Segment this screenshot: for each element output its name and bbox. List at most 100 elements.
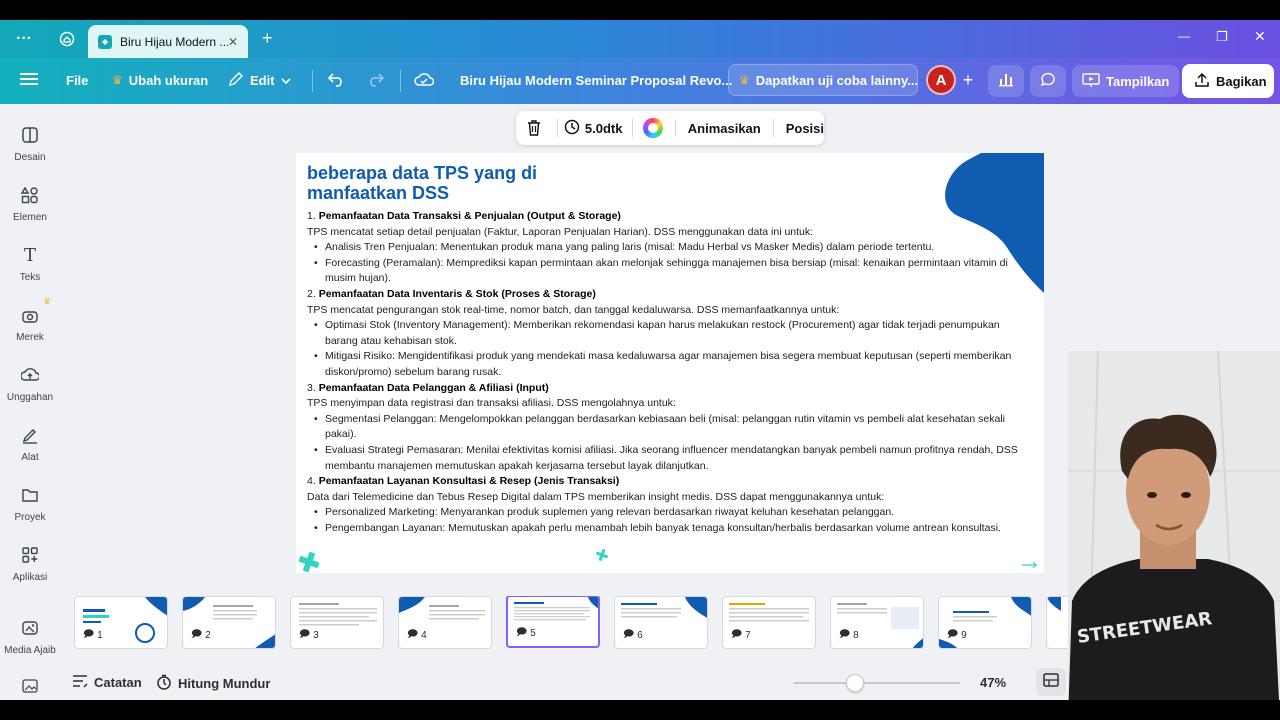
close-window-button[interactable]: ✕	[1254, 28, 1266, 45]
notes-button[interactable]: Catatan	[72, 674, 142, 691]
sidebar-item-magic-media[interactable]: Media Ajaib	[0, 617, 60, 656]
trial-button[interactable]: ♛ Dapatkan uji coba lainny...	[728, 64, 918, 96]
divider	[632, 119, 634, 137]
thumbnail-label: 2	[205, 630, 211, 641]
menu-button[interactable]	[20, 64, 38, 96]
thumbnail-page[interactable]: 🗩 6	[614, 596, 708, 649]
bullet-item: Analisis Tren Penjualan: Menentukan prod…	[307, 240, 1027, 256]
sidebar-item-uploads[interactable]: Unggahan	[0, 364, 60, 403]
thumbnail-page-selected[interactable]: 🗩 5	[506, 596, 600, 648]
avatar[interactable]: A	[926, 65, 956, 95]
comment-icon: 🗩	[516, 627, 528, 638]
thumbnail-label: 7	[745, 630, 751, 641]
slide-title-line: manfaatkan DSS	[307, 183, 450, 203]
divider	[400, 70, 401, 92]
left-sidebar: Desain Elemen T Teks ♛ Merek Unggahan Al…	[0, 104, 60, 700]
divider	[772, 119, 774, 137]
duration-button[interactable]: 5.0dtk	[564, 119, 622, 138]
section-heading: 3. Pemanfaatan Data Pelanggan & Afiliasi…	[307, 381, 1027, 397]
new-tab-button[interactable]: +	[262, 28, 273, 49]
cloud-save-status[interactable]	[414, 64, 435, 96]
slide-canvas[interactable]: beberapa data TPS yang di manfaatkan DSS…	[296, 153, 1044, 573]
sidebar-item-draw[interactable]: Alat	[0, 424, 60, 463]
undo-button[interactable]	[327, 64, 346, 96]
thumbnail-label: 4	[421, 630, 427, 641]
sidebar-item-elements[interactable]: Elemen	[0, 184, 60, 223]
animate-button[interactable]: Animasikan	[688, 121, 761, 136]
zoom-slider-handle[interactable]	[846, 674, 865, 692]
timer-icon	[156, 674, 172, 693]
thumbnail-page[interactable]: 🗩 2	[182, 596, 276, 649]
position-button[interactable]: Posisi	[786, 121, 824, 136]
sidebar-item-label: Desain	[14, 152, 46, 163]
slide-title[interactable]: beberapa data TPS yang di manfaatkan DSS	[307, 163, 627, 203]
arrow-right-decoration	[1022, 561, 1037, 569]
zoom-slider-track[interactable]	[794, 682, 960, 684]
thumbnail-number: 🗩 9	[947, 627, 967, 644]
grid-view-button[interactable]	[1036, 668, 1066, 696]
draw-icon	[19, 424, 41, 446]
presenter-video-image: STREETWEAR	[1068, 351, 1280, 700]
bullet-item: Evaluasi Strategi Pemasaran: Menilai efe…	[307, 443, 1027, 474]
sidebar-item-apps[interactable]: Aplikasi	[0, 544, 60, 583]
section-number: 3.	[307, 381, 316, 394]
comment-icon: 🗩	[839, 629, 851, 640]
thumbnail-page[interactable]	[1046, 596, 1068, 649]
comments-button[interactable]	[1030, 65, 1066, 97]
notes-icon	[72, 674, 88, 691]
thumbnail-page[interactable]: 🗩 9	[938, 596, 1032, 649]
thumbnail-page[interactable]: 🗩 7	[722, 596, 816, 649]
sidebar-item-design[interactable]: Desain	[0, 124, 60, 163]
trash-icon[interactable]	[518, 111, 551, 145]
upload-icon	[19, 364, 41, 386]
comment-icon: 🗩	[299, 629, 311, 640]
page-thumbnails: 🗩 1 🗩 2 🗩 3 🗩 4 🗩 5 🗩 6 🗩 7 🗩 8 🗩 9	[72, 596, 1068, 652]
share-button[interactable]: Bagikan	[1182, 64, 1274, 98]
crown-icon: ♛	[42, 296, 51, 306]
crown-icon: ♛	[112, 73, 123, 87]
section-number: 2.	[307, 287, 316, 300]
thumbnail-number: 🗩 7	[731, 627, 751, 644]
thumbnail-page[interactable]: 🗩 3	[290, 596, 384, 649]
thumbnail-page[interactable]: 🗩 4	[398, 596, 492, 649]
add-collaborator-icon[interactable]: +	[958, 70, 978, 90]
teal-cross-decoration	[298, 551, 320, 573]
minimize-button[interactable]: —	[1178, 29, 1190, 43]
countdown-button[interactable]: Hitung Mundur	[156, 674, 270, 693]
thumbnail-number: 🗩 4	[407, 627, 427, 644]
thumbnail-number: 🗩 6	[623, 627, 643, 644]
present-button[interactable]: Tampilkan	[1072, 65, 1180, 97]
sidebar-item-label: Alat	[21, 452, 39, 463]
sidebar-item-text[interactable]: T Teks	[0, 244, 60, 284]
document-title[interactable]: Biru Hijau Modern Seminar Proposal Revo.…	[460, 64, 732, 96]
file-menu[interactable]: File	[66, 64, 88, 96]
section-heading-text: Pemanfaatan Data Transaksi & Penjualan (…	[318, 210, 621, 222]
edit-menu[interactable]: Edit	[228, 64, 291, 96]
sidebar-item-projects[interactable]: Proyek	[0, 484, 60, 523]
section-intro: Data dari Telemedicine dan Tebus Resep D…	[307, 490, 885, 503]
thumbnail-page[interactable]: 🗩 8	[830, 596, 924, 649]
tab-close-icon[interactable]: ✕	[228, 35, 238, 49]
zoom-level[interactable]: 47%	[980, 675, 1006, 690]
folder-icon	[19, 484, 41, 506]
present-icon	[1082, 72, 1100, 91]
more-dots-icon[interactable]: ···	[14, 30, 34, 48]
share-label: Bagikan	[1216, 73, 1267, 89]
sidebar-item-label: Elemen	[13, 212, 47, 223]
insights-button[interactable]	[988, 65, 1024, 97]
home-icon[interactable]	[56, 28, 78, 50]
divider	[674, 119, 676, 137]
thumbnail-page[interactable]: 🗩 1	[74, 596, 168, 649]
color-wheel-icon[interactable]	[643, 118, 663, 138]
restore-button[interactable]: ❐	[1216, 29, 1228, 45]
resize-button[interactable]: ♛ Ubah ukuran	[112, 64, 208, 96]
chevron-down-icon	[280, 73, 291, 88]
sidebar-item-brand[interactable]: ♛ Merek	[0, 296, 60, 343]
slide-body-text[interactable]: 1. Pemanfaatan Data Transaksi & Penjuala…	[307, 209, 1027, 536]
thumbnail-label: 9	[961, 630, 967, 641]
canva-tab-icon	[98, 34, 112, 49]
browser-tab[interactable]: Biru Hijau Modern ... ✕	[88, 25, 248, 58]
divider	[556, 119, 558, 137]
redo-button[interactable]	[366, 64, 385, 96]
cloud-check-icon	[414, 71, 435, 90]
